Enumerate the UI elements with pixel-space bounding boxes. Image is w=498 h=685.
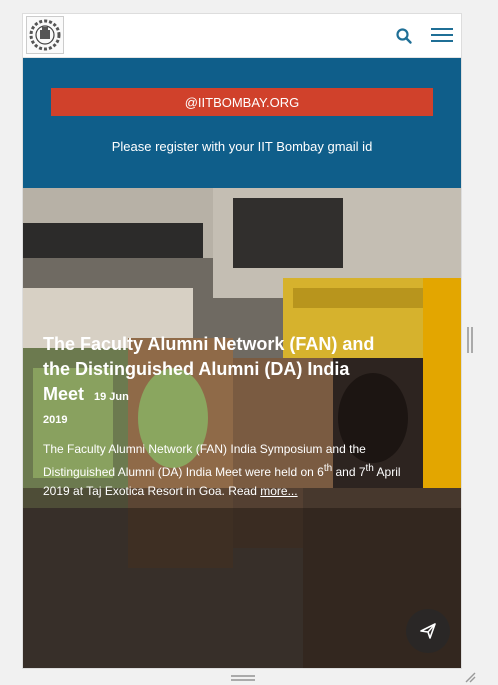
page-frame: @IITBOMBAY.ORG Please register with your…	[23, 14, 461, 668]
corner-resize-icon[interactable]	[464, 671, 476, 683]
news-caption: The Faculty Alumni Network (FAN) and the…	[43, 332, 403, 501]
search-icon[interactable]	[395, 27, 413, 45]
news-year: 2019	[43, 414, 68, 426]
read-more-link[interactable]: more...	[260, 484, 297, 498]
register-domain-button[interactable]: @IITBOMBAY.ORG	[51, 88, 433, 116]
news-description: The Faculty Alumni Network (FAN) India S…	[43, 442, 401, 498]
registration-banner: @IITBOMBAY.ORG Please register with your…	[23, 58, 461, 190]
send-icon[interactable]	[406, 609, 450, 653]
registration-note: Please register with your IIT Bombay gma…	[111, 139, 373, 154]
scrollbar-handle[interactable]	[467, 327, 473, 353]
bottom-resize-grip[interactable]	[231, 675, 255, 681]
news-date: 19 Jun	[94, 391, 129, 403]
iitb-logo-icon[interactable]	[26, 16, 64, 54]
hamburger-menu-icon[interactable]	[431, 24, 453, 46]
news-title[interactable]: The Faculty Alumni Network (FAN) and the…	[43, 332, 403, 410]
top-nav	[23, 14, 461, 58]
